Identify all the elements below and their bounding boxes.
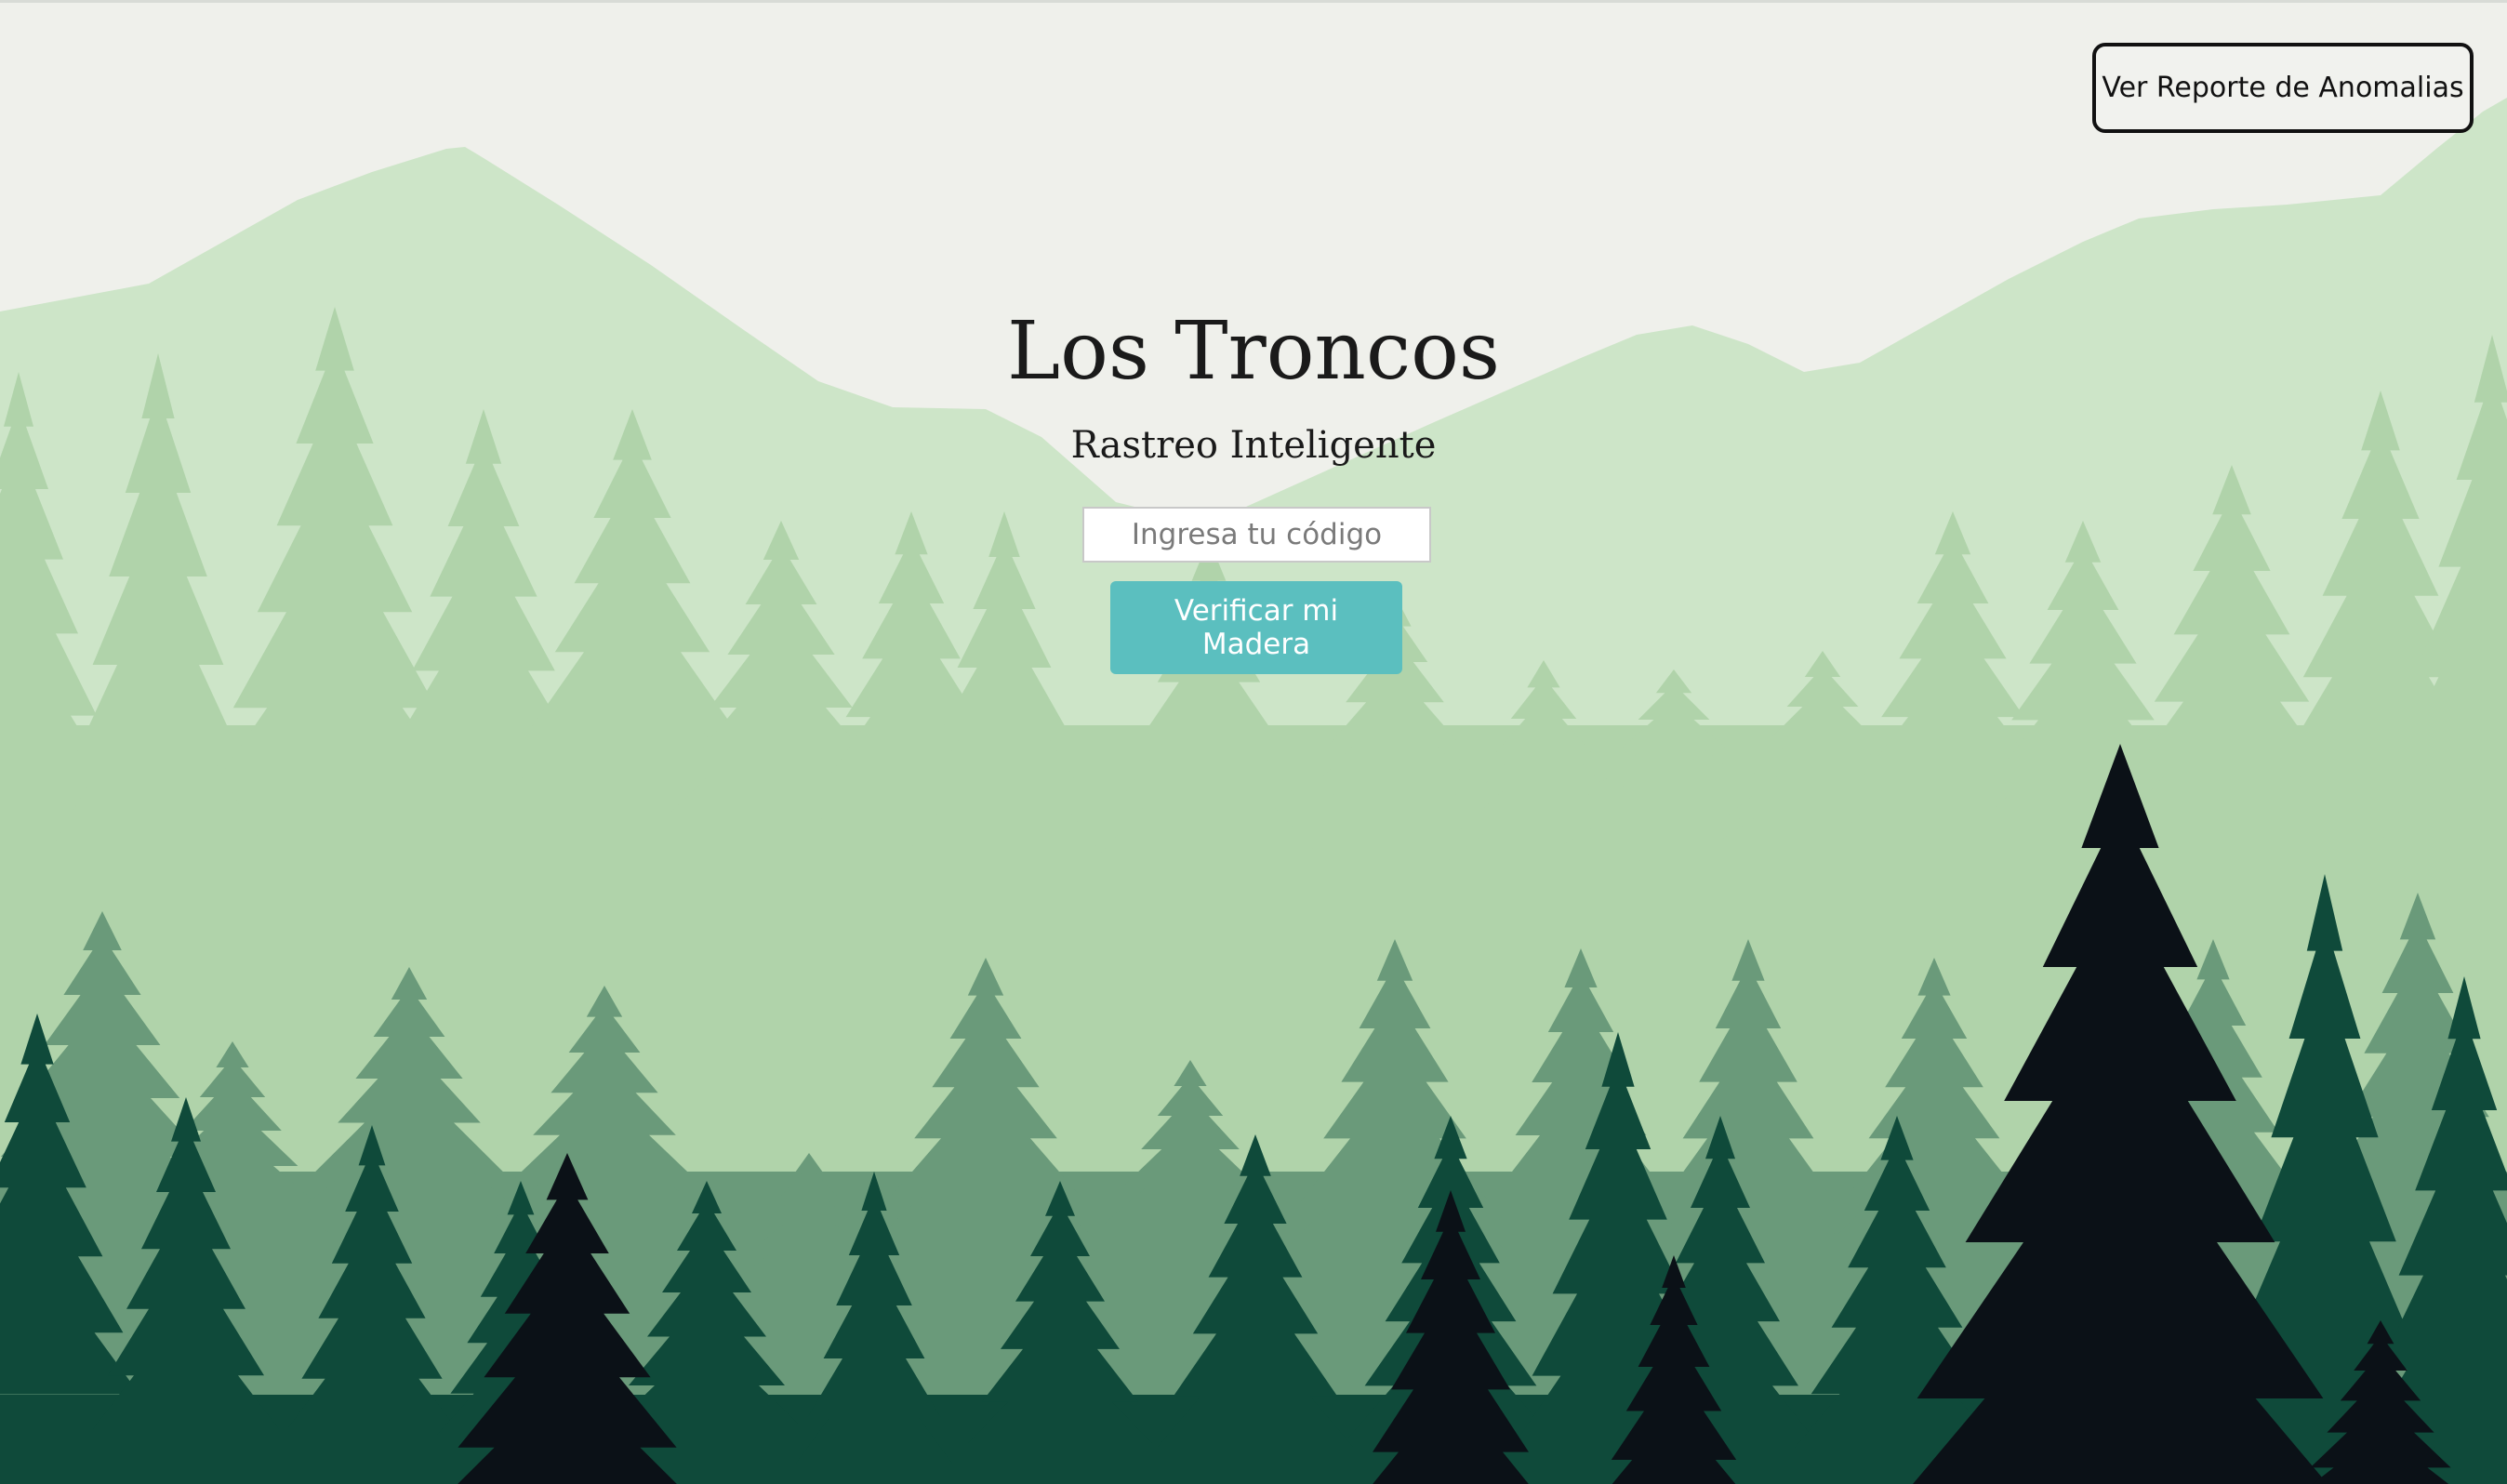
page-subtitle: Rastreo Inteligente: [1070, 424, 1437, 467]
hero-section: Los Troncos Rastreo Inteligente Verifica…: [0, 0, 2507, 1484]
verify-wood-button[interactable]: Verificar mi Madera: [1110, 581, 1402, 674]
code-input[interactable]: [1082, 507, 1431, 563]
page-title: Los Troncos: [1006, 305, 1501, 398]
